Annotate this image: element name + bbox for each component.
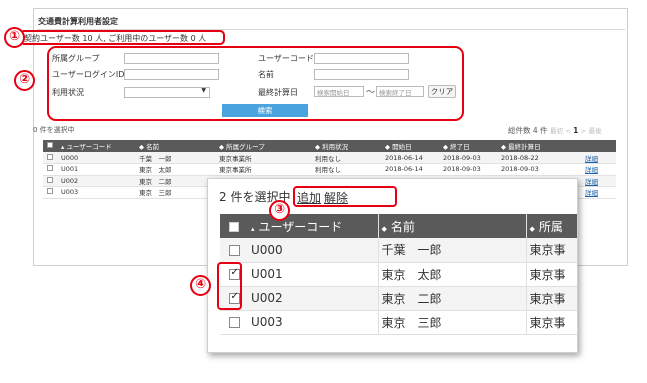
cell-name: 東京 太郎 (135, 163, 215, 176)
cell-end: 2018-09-03 (439, 163, 497, 176)
zoom-cell-name: 東京 太郎 (378, 262, 527, 287)
zoom-cell-code: U001 (248, 262, 379, 287)
detail-link[interactable]: 詳細 (581, 175, 616, 187)
zoom-cell-name: 千葉 一郎 (378, 238, 527, 263)
marker-2: ② (14, 70, 35, 91)
zoom-callout: 2 件を選択中 追加 解除 ▴ ユーザーコード ◆ 名前 ◆ 所属 U000 千葉 一… (207, 178, 578, 353)
zoom-cell-group: 東京事 (526, 238, 577, 263)
zoom-cell-code: U003 (248, 310, 379, 335)
marker-1: ① (4, 27, 25, 48)
pager-next[interactable]: > (581, 127, 586, 135)
group-input[interactable] (124, 53, 219, 64)
select-all-checkbox[interactable] (43, 140, 57, 152)
zoom-table-row: U002 東京 二郎 東京事 (220, 286, 577, 311)
pager: 総件数 4 件 最初 < 1 > 最後 (508, 125, 602, 136)
status-label: 利用状況 (52, 88, 84, 97)
login-id-label: ユーザーログインID (52, 70, 125, 79)
zoom-row-checkbox[interactable] (220, 310, 248, 335)
detail-link[interactable]: 詳細 (581, 163, 616, 176)
zoom-cell-code: U002 (248, 286, 379, 311)
cell-start: 2018-06-14 (381, 163, 439, 176)
name-label: 名前 (258, 70, 274, 79)
page-title: 交通費計算利用者設定 (38, 17, 118, 26)
cell-name: 千葉 一郎 (135, 152, 215, 164)
zoom-table: ▴ユーザーコード ◆名前 ◆所属 U000 千葉 一郎 東京事 U001 東京 … (220, 214, 577, 335)
zoom-cell-group: 東京事 (526, 286, 577, 311)
user-code-label: ユーザーコード (258, 54, 314, 63)
zoom-cell-name: 東京 三郎 (378, 310, 527, 335)
date-end-input[interactable]: 検索終了日 (376, 86, 424, 97)
col-start[interactable]: ◆ 開始日 (381, 140, 439, 152)
zoom-table-row: U001 東京 太郎 東京事 (220, 262, 577, 287)
table-header: ▴ ユーザーコード ◆ 名前 ◆ 所属グループ ◆ 利用状況 ◆ 開始日 ◆ 終… (43, 140, 616, 152)
zoom-row-checkbox[interactable] (220, 238, 248, 263)
cell-end: 2018-09-03 (439, 152, 497, 164)
contract-info-highlight: 契約ユーザー数 10 人, ご利用中のユーザー数 0 人 (19, 30, 225, 45)
cell-code: U001 (57, 163, 135, 176)
zoom-table-row: U003 東京 三郎 東京事 (220, 310, 577, 335)
detail-link[interactable]: 詳細 (581, 152, 616, 164)
pager-first[interactable]: 最初 (550, 127, 563, 135)
remove-link[interactable]: 解除 (324, 189, 348, 206)
total-count: 総件数 4 件 (508, 126, 548, 135)
checkbox-highlight (217, 262, 242, 310)
cell-start: 2018-06-14 (381, 152, 439, 164)
search-button[interactable]: 検索 (222, 104, 308, 117)
login-id-input[interactable] (124, 69, 219, 80)
date-range-separator: ～ (366, 88, 376, 98)
zoom-cell-group: 東京事 (526, 262, 577, 287)
cell-name: 東京 二郎 (135, 175, 215, 187)
zoom-cell-name: 東京 二郎 (378, 286, 527, 311)
cell-group: 東京事業所 (215, 152, 311, 164)
add-link[interactable]: 追加 (297, 189, 321, 206)
table-row: U000 千葉 一郎 東京事業所 利用なし 2018-06-14 2018-09… (43, 152, 616, 164)
group-label: 所属グループ (52, 54, 100, 63)
cell-status: 利用なし (311, 163, 381, 176)
table-row: U001 東京 太郎 東京事業所 利用なし 2018-06-14 2018-09… (43, 163, 616, 176)
col-last-calc[interactable]: ◆ 最終計算日 (497, 140, 581, 152)
clear-button[interactable]: クリア (428, 85, 456, 98)
zoom-col-group[interactable]: ◆ 所属 (526, 214, 577, 238)
zoom-col-user-code[interactable]: ▴ ユーザーコード (248, 214, 379, 238)
status-select[interactable]: ▼ (124, 87, 210, 98)
cell-group: 東京事業所 (215, 163, 311, 176)
col-detail (581, 140, 616, 152)
cell-code: U000 (57, 152, 135, 164)
last-calc-label: 最終計算日 (258, 88, 298, 97)
row-checkbox[interactable] (43, 152, 57, 164)
row-checkbox[interactable] (43, 175, 57, 187)
zoom-cell-code: U000 (248, 238, 379, 263)
zoom-table-row: U000 千葉 一郎 東京事 (220, 238, 577, 263)
date-start-input[interactable]: 検索開始日 (314, 86, 364, 97)
zoom-col-name[interactable]: ◆ 名前 (378, 214, 527, 238)
cell-status: 利用なし (311, 152, 381, 164)
marker-3: ③ (269, 200, 290, 221)
marker-4: ④ (190, 275, 211, 296)
user-code-input[interactable] (314, 53, 409, 64)
detail-link[interactable]: 詳細 (581, 186, 616, 199)
pager-last[interactable]: 最後 (589, 127, 602, 135)
col-end[interactable]: ◆ 終了日 (439, 140, 497, 152)
dropdown-arrow-icon: ▼ (201, 87, 206, 94)
name-input[interactable] (314, 69, 409, 80)
zoom-cell-group: 東京事 (526, 310, 577, 335)
cell-code: U003 (57, 186, 135, 199)
col-user-code[interactable]: ▴ ユーザーコード (57, 140, 135, 152)
cell-code: U002 (57, 175, 135, 187)
add-remove-highlight: 追加 解除 (293, 186, 397, 207)
col-status[interactable]: ◆ 利用状況 (311, 140, 381, 152)
row-checkbox[interactable] (43, 163, 57, 176)
zoom-select-all-checkbox[interactable] (220, 214, 248, 238)
col-group[interactable]: ◆ 所属グループ (215, 140, 311, 152)
selected-count: 0 件を選択中 (33, 126, 75, 134)
pager-prev[interactable]: < (565, 127, 570, 135)
cell-last: 2018-09-03 (497, 163, 581, 176)
contract-info-text: 契約ユーザー数 10 人, ご利用中のユーザー数 0 人 (24, 34, 207, 43)
pager-current[interactable]: 1 (573, 126, 578, 135)
cell-name: 東京 三郎 (135, 186, 215, 199)
col-name[interactable]: ◆ 名前 (135, 140, 215, 152)
cell-last: 2018-08-22 (497, 152, 581, 164)
row-checkbox[interactable] (43, 186, 57, 199)
